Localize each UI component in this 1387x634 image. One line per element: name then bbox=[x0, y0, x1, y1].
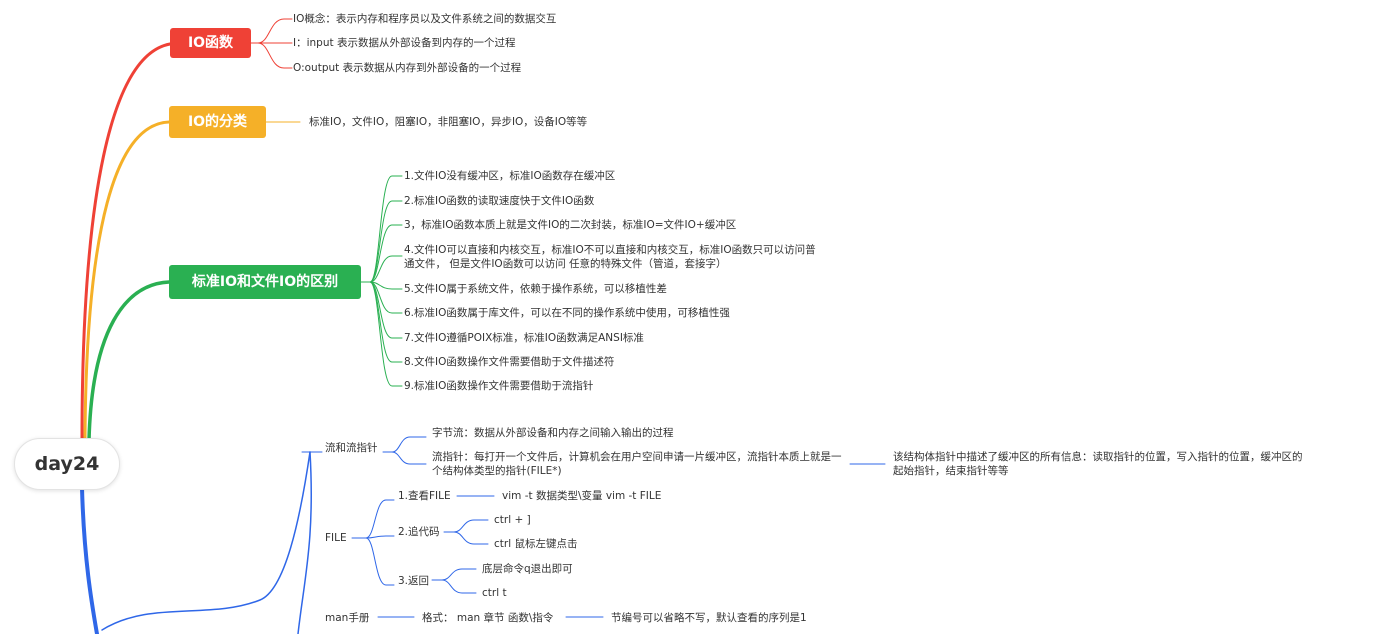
blue-sub-trunk-lower bbox=[297, 451, 312, 634]
io-types-text[interactable]: 标准IO，文件IO，阻塞IO，非阻塞IO，异步IO，设备IO等等 bbox=[309, 115, 587, 129]
file-child-3 bbox=[365, 537, 395, 586]
view-file-node[interactable]: 1.查看FILE bbox=[398, 489, 451, 503]
red-child-1 bbox=[257, 18, 293, 44]
man-format-text[interactable]: 格式： man 章节 函数\指令 bbox=[422, 611, 553, 625]
stream-pointer-note[interactable]: 该结构体指针中描述了缓冲区的所有信息：读取指针的位置，写入指针的位置，缓冲区的起… bbox=[893, 450, 1309, 478]
file-child-2 bbox=[365, 535, 395, 539]
diff-item-7[interactable]: 7.文件IO遵循POIX标准，标准IO函数满足ANSI标准 bbox=[404, 331, 644, 345]
diff-item-1[interactable]: 1.文件IO没有缓冲区，标准IO函数存在缓冲区 bbox=[404, 169, 615, 183]
return-node[interactable]: 3.返回 bbox=[398, 574, 429, 588]
io-concept-text[interactable]: IO概念：表示内存和程序员以及文件系统之间的数据交互 bbox=[293, 12, 556, 26]
root-node[interactable]: day24 bbox=[14, 438, 120, 490]
trace-child-1 bbox=[453, 519, 489, 533]
return-child-1 bbox=[441, 568, 477, 581]
diff-item-6[interactable]: 6.标准IO函数属于库文件，可以在不同的操作系统中使用，可移植性强 bbox=[404, 306, 730, 320]
diff-item-8[interactable]: 8.文件IO函数操作文件需要借助于文件描述符 bbox=[404, 355, 614, 369]
stream-child-2 bbox=[391, 451, 427, 465]
return-ctrl-t[interactable]: ctrl t bbox=[482, 586, 507, 600]
trace-ctrl-bracket[interactable]: ctrl + ] bbox=[494, 513, 531, 527]
branch-io-functions[interactable]: IO函数 bbox=[170, 28, 251, 58]
branch-io-classification[interactable]: IO的分类 bbox=[169, 106, 266, 138]
return-child-2 bbox=[441, 579, 477, 594]
branch-blue-line bbox=[80, 486, 99, 634]
file-node[interactable]: FILE bbox=[325, 531, 347, 545]
blue-sub-trunk bbox=[101, 451, 311, 631]
man-section-note[interactable]: 节编号可以省略不写，默认查看的序列是1 bbox=[611, 611, 807, 625]
return-q-text[interactable]: 底层命令q退出即可 bbox=[482, 562, 573, 576]
file-child-1 bbox=[365, 499, 395, 539]
diff-item-4[interactable]: 4.文件IO可以直接和内核交互，标准IO不可以直接和内核交互，标准IO函数只可以… bbox=[404, 243, 819, 271]
stream-node[interactable]: 流和流指针 bbox=[325, 441, 378, 455]
trace-code-node[interactable]: 2.追代码 bbox=[398, 525, 440, 539]
diff-item-3[interactable]: 3，标准IO函数本质上就是文件IO的二次封装，标准IO=文件IO+缓冲区 bbox=[404, 218, 736, 232]
vim-command-text[interactable]: vim -t 数据类型\变量 vim -t FILE bbox=[502, 489, 661, 503]
branch-io-difference[interactable]: 标准IO和文件IO的区别 bbox=[169, 265, 361, 299]
green-child-1 bbox=[369, 175, 403, 283]
io-output-text[interactable]: O:output 表示数据从内存到外部设备的一个过程 bbox=[293, 61, 521, 75]
diff-item-5[interactable]: 5.文件IO属于系统文件，依赖于操作系统，可以移植性差 bbox=[404, 282, 667, 296]
stream-child-1 bbox=[391, 436, 427, 453]
trace-child-2 bbox=[453, 531, 489, 545]
branch-green-line bbox=[87, 280, 171, 442]
branch-orange-line bbox=[83, 120, 171, 442]
trace-ctrl-click[interactable]: ctrl 鼠标左键点击 bbox=[494, 537, 577, 551]
stream-pointer-text[interactable]: 流指针：每打开一个文件后，计算机会在用户空间申请一片缓冲区，流指针本质上就是一个… bbox=[432, 450, 848, 478]
man-node[interactable]: man手册 bbox=[325, 611, 369, 625]
red-child-3 bbox=[257, 42, 293, 69]
io-input-text[interactable]: I：input 表示数据从外部设备到内存的一个过程 bbox=[293, 36, 515, 50]
green-child-9 bbox=[369, 281, 403, 387]
diff-item-2[interactable]: 2.标准IO函数的读取速度快于文件IO函数 bbox=[404, 194, 594, 208]
byte-stream-text[interactable]: 字节流：数据从外部设备和内存之间输入输出的过程 bbox=[432, 426, 674, 440]
diff-item-9[interactable]: 9.标准IO函数操作文件需要借助于流指针 bbox=[404, 379, 593, 393]
